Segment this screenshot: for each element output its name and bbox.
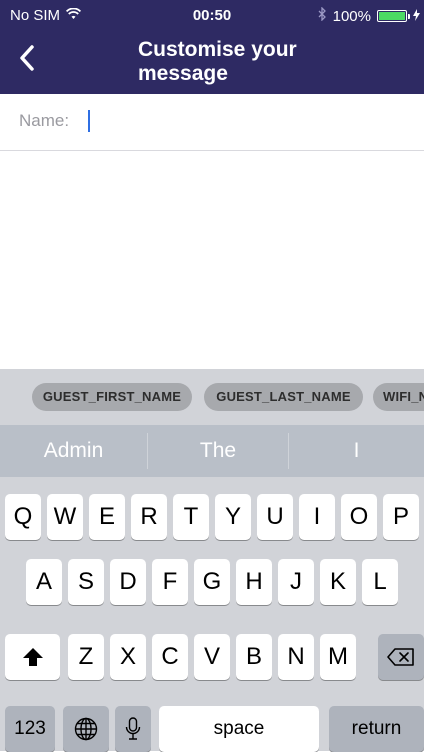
key-v[interactable]: V [194,634,230,680]
space-key[interactable]: space [159,706,319,752]
key-o[interactable]: O [341,494,377,540]
key-g[interactable]: G [194,559,230,605]
key-w[interactable]: W [47,494,83,540]
key-h[interactable]: H [236,559,272,605]
key-u[interactable]: U [257,494,293,540]
key-f[interactable]: F [152,559,188,605]
battery-icon [377,10,410,22]
shift-icon [22,648,43,666]
prediction-2[interactable]: The [148,425,288,477]
token-guest-first-name[interactable]: GUEST_FIRST_NAME [32,383,192,411]
text-cursor [88,110,90,132]
key-b[interactable]: B [236,634,272,680]
key-a[interactable]: A [26,559,62,605]
key-j[interactable]: J [278,559,314,605]
name-label: Name: [19,111,70,130]
key-q[interactable]: Q [5,494,41,540]
bluetooth-icon [318,6,327,25]
key-k[interactable]: K [320,559,356,605]
page-title: Customise your message [138,38,297,85]
key-n[interactable]: N [278,634,314,680]
navigation-header: No SIM 00:50 100% Customise your message [0,0,424,94]
key-p[interactable]: P [383,494,419,540]
charging-icon [413,8,420,25]
prediction-3[interactable]: I [289,425,424,477]
key-l[interactable]: L [362,559,398,605]
key-d[interactable]: D [110,559,146,605]
battery-percent: 100% [332,7,371,25]
microphone-key[interactable] [115,706,151,752]
shift-key[interactable] [5,634,60,680]
microphone-icon [125,717,141,740]
back-button[interactable] [12,38,42,78]
token-guest-last-name[interactable]: GUEST_LAST_NAME [204,383,363,411]
token-bar: GUEST_FIRST_NAME GUEST_LAST_NAME WIFI_N [0,369,424,425]
name-field-row[interactable]: Name: [0,94,424,151]
chevron-left-icon [20,45,34,71]
key-z[interactable]: Z [68,634,104,680]
keyboard: Q W E R T Y U I O P A S D F G H J K L Z … [0,477,424,752]
return-key[interactable]: return [329,706,424,752]
status-right: 100% [318,6,420,25]
prediction-bar: Admin The I [0,425,424,477]
backspace-icon [387,648,414,666]
globe-icon [74,717,98,741]
key-s[interactable]: S [68,559,104,605]
key-m[interactable]: M [320,634,356,680]
status-bar: No SIM 00:50 100% [0,0,424,28]
key-r[interactable]: R [131,494,167,540]
key-i[interactable]: I [299,494,335,540]
numbers-key[interactable]: 123 [5,706,55,752]
key-e[interactable]: E [89,494,125,540]
token-wifi[interactable]: WIFI_N [373,383,424,411]
key-t[interactable]: T [173,494,209,540]
key-c[interactable]: C [152,634,188,680]
key-y[interactable]: Y [215,494,251,540]
message-text-area[interactable] [0,151,424,369]
backspace-key[interactable] [378,634,424,680]
key-x[interactable]: X [110,634,146,680]
prediction-1[interactable]: Admin [0,425,147,477]
globe-key[interactable] [63,706,109,752]
